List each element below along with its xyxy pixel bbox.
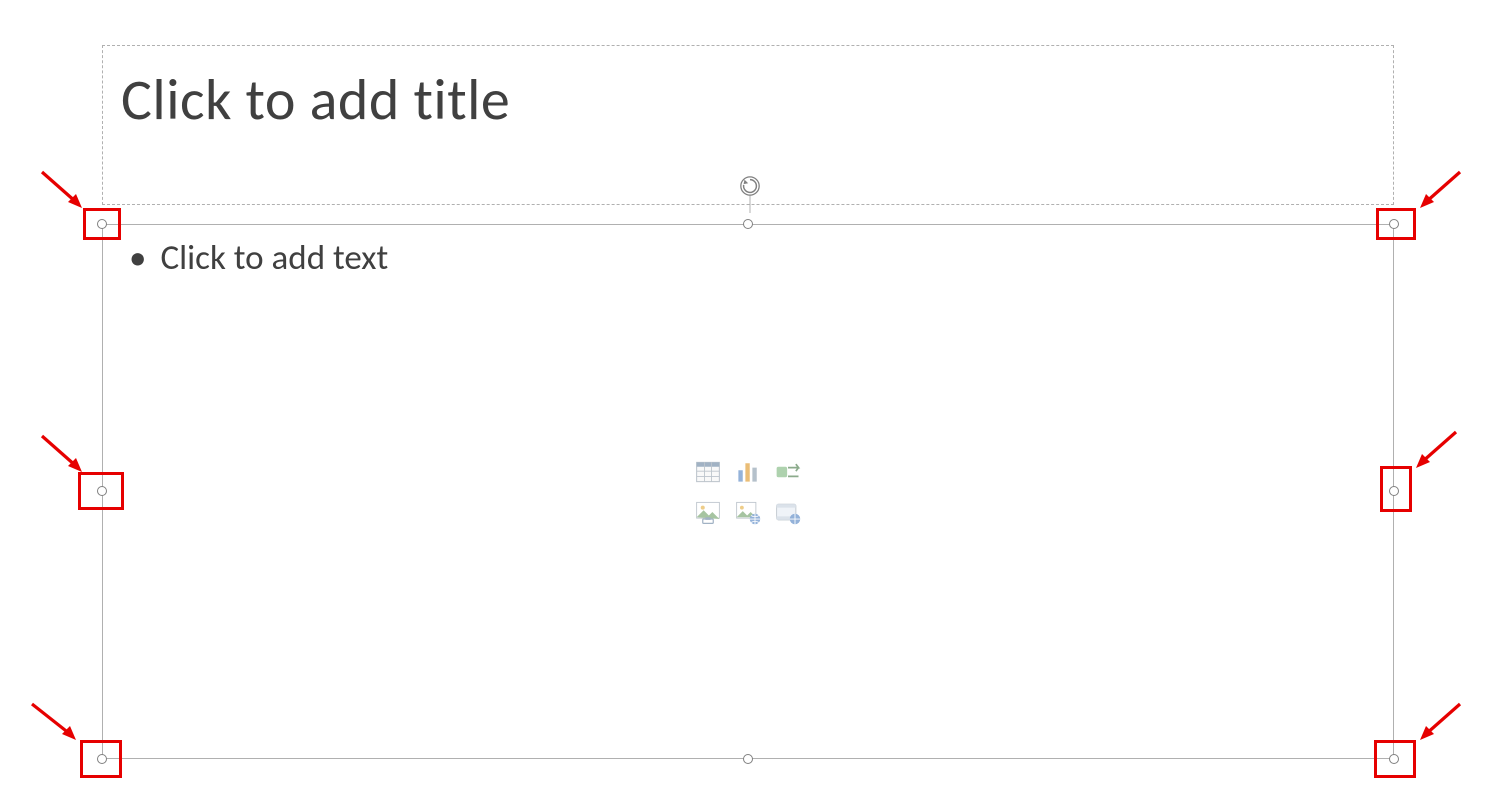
title-placeholder-text: Click to add title: [121, 64, 510, 135]
rotate-icon: [739, 175, 761, 197]
resize-handle-bottom-right[interactable]: [1389, 754, 1399, 764]
annotation-arrow-top-left: [38, 168, 88, 212]
content-placeholder-text: Click to add text: [160, 237, 388, 279]
insert-smartart-icon[interactable]: [771, 455, 805, 489]
bullet-icon: •: [129, 237, 146, 279]
resize-handle-middle-right[interactable]: [1389, 486, 1399, 496]
annotation-arrow-middle-left: [38, 432, 88, 476]
rotation-handle[interactable]: [739, 175, 761, 197]
resize-handle-top-right[interactable]: [1389, 219, 1399, 229]
content-bullet-row: • Click to add text: [129, 237, 1367, 279]
annotation-arrow-bottom-left: [28, 700, 84, 744]
annotation-arrow-middle-right: [1410, 428, 1460, 472]
content-placeholder[interactable]: • Click to add text: [102, 224, 1394, 759]
annotation-arrow-top-right: [1414, 168, 1464, 212]
resize-handle-bottom-left[interactable]: [97, 754, 107, 764]
resize-handle-bottom-middle[interactable]: [743, 754, 753, 764]
insert-video-icon[interactable]: [771, 495, 805, 529]
insert-content-grid: [691, 455, 805, 529]
insert-picture-icon[interactable]: [691, 495, 725, 529]
resize-handle-middle-left[interactable]: [97, 486, 107, 496]
resize-handle-top-left[interactable]: [97, 219, 107, 229]
insert-online-picture-icon[interactable]: [731, 495, 765, 529]
annotation-arrow-bottom-right: [1414, 700, 1464, 744]
resize-handle-top-middle[interactable]: [743, 219, 753, 229]
insert-chart-icon[interactable]: [731, 455, 765, 489]
insert-table-icon[interactable]: [691, 455, 725, 489]
